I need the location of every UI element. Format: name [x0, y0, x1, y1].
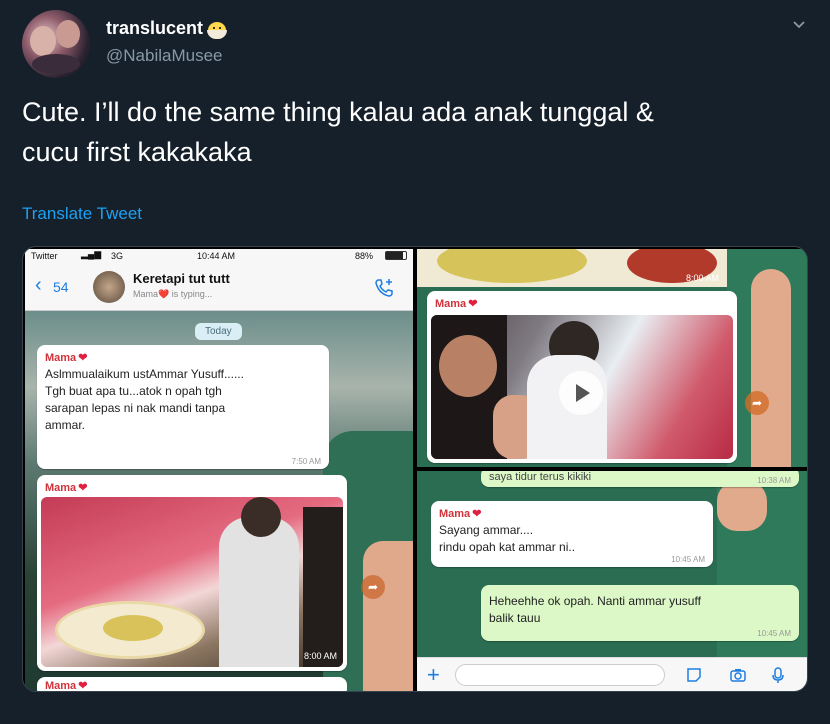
photo-time: 8:00 AM: [685, 273, 719, 283]
message-time: 7:50 AM: [291, 457, 321, 466]
video-message-bubble[interactable]: Mama ❤: [427, 291, 737, 463]
previous-photo: 8:00 AM: [417, 249, 727, 287]
message-input[interactable]: [455, 664, 665, 686]
chat-header: ‹ 54 Keretapi tut tutt Mama❤️ is typing.…: [25, 263, 413, 311]
heart-icon: ❤: [472, 508, 482, 520]
avatar[interactable]: [22, 10, 90, 78]
microphone-icon[interactable]: [769, 666, 787, 684]
heart-icon: ❤: [468, 298, 478, 310]
photo-time: 8:00 AM: [303, 651, 337, 661]
chevron-down-icon[interactable]: [792, 18, 806, 32]
heart-icon: ❤: [78, 680, 88, 691]
message-time: 10:45 AM: [757, 629, 791, 638]
heart-icon: ❤: [78, 352, 88, 364]
chat-title[interactable]: Keretapi tut tutt: [133, 271, 230, 286]
phone-status-bar: Twitter ▂▄▆ 3G 10:44 AM 88%: [25, 249, 413, 263]
translate-tweet-link[interactable]: Translate Tweet: [22, 204, 142, 224]
add-call-icon[interactable]: [373, 277, 395, 299]
message-line: ammar.: [45, 418, 86, 432]
date-chip: Today: [195, 323, 242, 340]
signal-icon: ▂▄▆: [81, 249, 102, 259]
play-button[interactable]: [559, 371, 603, 415]
message-time: 10:45 AM: [671, 555, 705, 564]
sender-name: Mama: [439, 507, 471, 520]
display-name-text[interactable]: translucent: [106, 18, 203, 39]
forward-icon[interactable]: ➦: [361, 575, 385, 599]
message-bubble[interactable]: Mama ❤ Sayang ammar.... rindu opah kat am…: [431, 501, 713, 567]
message-time: 10:38 AM: [757, 476, 791, 485]
message-bubble[interactable]: Heheehhe ok opah. Nanti ammar yusuff bal…: [481, 585, 799, 641]
message-line: sarapan lepas ni nak mandi tanpa: [45, 401, 226, 415]
user-handle[interactable]: @NabilaMusee: [106, 46, 222, 66]
sender-name: Mama: [435, 297, 467, 310]
message-bubble[interactable]: Mama ❤: [37, 677, 347, 691]
message-line: Aslmmualaikum ustAmmar Yusuff......: [45, 367, 244, 381]
plus-icon[interactable]: +: [427, 662, 440, 688]
chat-status: Mama❤️ is typing...: [133, 289, 213, 299]
forward-icon[interactable]: ➦: [745, 391, 769, 415]
sender-name: Mama: [45, 351, 77, 364]
media-image-right-top[interactable]: 8:00 AM Mama ❤ ➦: [417, 249, 807, 467]
tweet-text-line: Cute. I’ll do the same thing kalau ada a…: [22, 97, 654, 127]
photo-message-bubble[interactable]: Mama ❤ 8:00 AM: [37, 475, 347, 671]
message-text: Heheehhe ok opah. Nanti ammar yusuff bal…: [489, 593, 791, 627]
message-text: Aslmmualaikum ustAmmar Yusuff...... Tgh …: [45, 366, 321, 434]
sticker-icon[interactable]: [685, 666, 703, 684]
chat-input-bar: +: [417, 657, 807, 691]
display-name[interactable]: translucent: [106, 18, 228, 39]
message-sender: Mama ❤: [45, 351, 321, 365]
tweet-text-line: cucu first kakakaka: [22, 137, 252, 167]
message-line: Sayang ammar....: [439, 523, 534, 537]
message-line: rindu opah kat ammar ni..: [439, 540, 576, 554]
chick-emoji-icon: [207, 19, 228, 39]
message-text: saya tidur terus kikiki: [489, 471, 592, 483]
message-text: Sayang ammar.... rindu opah kat ammar ni…: [439, 522, 705, 556]
tweet-media-grid[interactable]: Twitter ▂▄▆ 3G 10:44 AM 88% ‹ 54 Keretap…: [22, 246, 808, 692]
back-chevron-icon[interactable]: ‹: [35, 275, 42, 295]
tweet-text: Cute. I’ll do the same thing kalau ada a…: [22, 92, 802, 172]
status-carrier: Twitter: [31, 251, 58, 261]
message-line: Tgh buat apa tu...atok n opah tgh: [45, 384, 222, 398]
sender-name: Mama: [45, 481, 77, 494]
message-line: balik tauu: [489, 611, 541, 625]
media-image-right-bottom[interactable]: saya tidur terus kikiki 10:38 AM Mama ❤ S…: [417, 471, 807, 691]
status-time: 10:44 AM: [197, 251, 236, 261]
battery-icon: [385, 251, 407, 260]
tweet-header: translucent @NabilaMusee: [22, 10, 810, 80]
message-bubble[interactable]: Mama ❤ Aslmmualaikum ustAmmar Yusuff.....…: [37, 345, 329, 469]
message-photo[interactable]: 8:00 AM: [41, 497, 343, 667]
status-network: 3G: [111, 251, 124, 261]
heart-icon: ❤: [78, 482, 88, 494]
message-video[interactable]: [431, 315, 733, 459]
status-battery: 88%: [355, 251, 374, 261]
play-icon: [576, 384, 590, 402]
message-line: Heheehhe ok opah. Nanti ammar yusuff: [489, 594, 701, 608]
back-count[interactable]: 54: [53, 279, 69, 295]
chat-avatar[interactable]: [93, 271, 125, 303]
message-bubble[interactable]: saya tidur terus kikiki 10:38 AM: [481, 471, 799, 487]
camera-icon[interactable]: [729, 666, 747, 684]
sender-name: Mama: [45, 679, 77, 692]
media-image-left[interactable]: Twitter ▂▄▆ 3G 10:44 AM 88% ‹ 54 Keretap…: [25, 249, 413, 691]
